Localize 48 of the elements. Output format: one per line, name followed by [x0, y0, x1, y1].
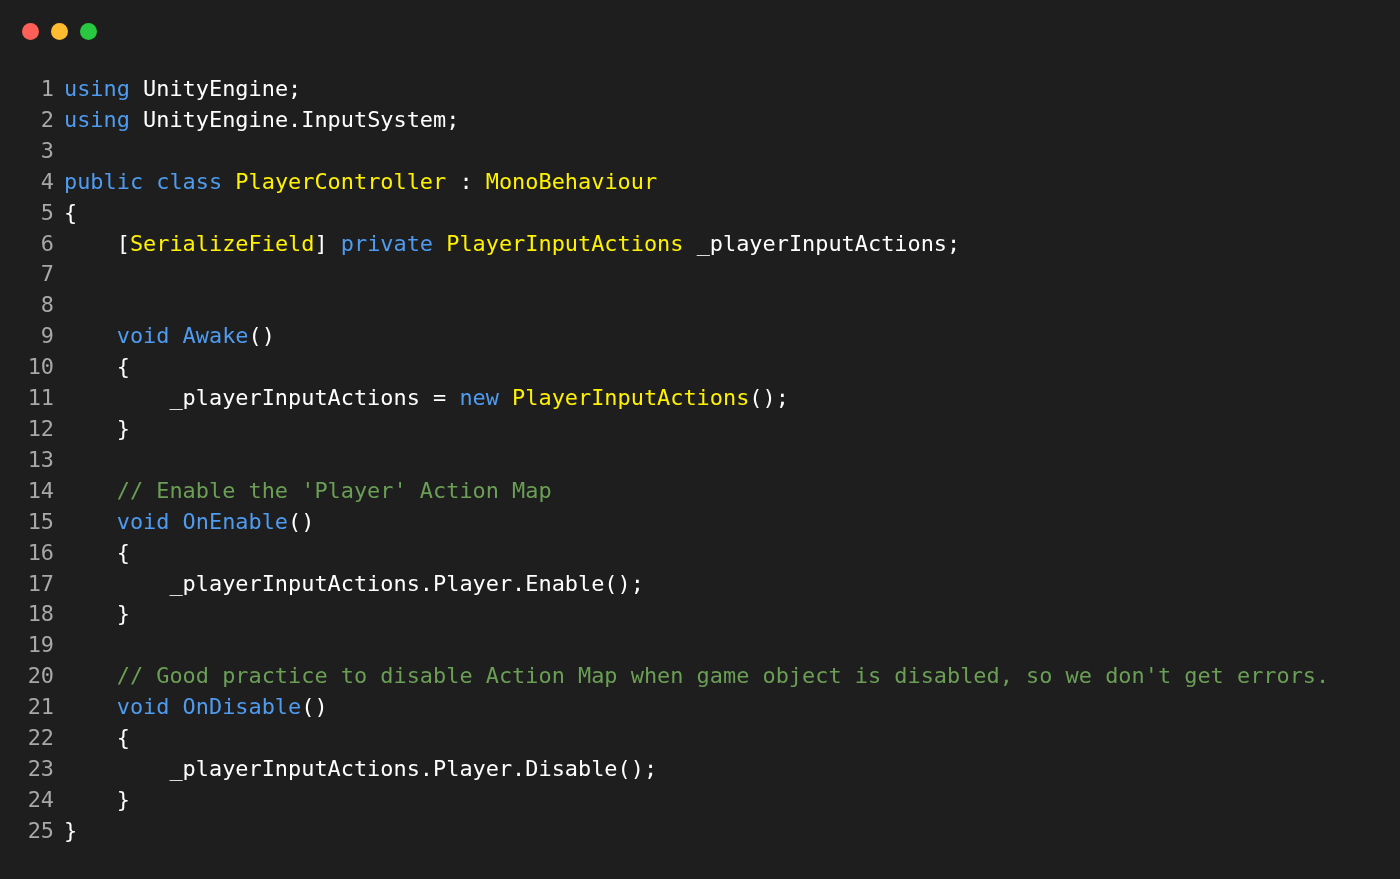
code-line: void OnEnable() [115, 507, 315, 536]
line-number: 15 [26, 507, 54, 536]
code-line: } [115, 600, 130, 629]
code-line: // Good practice to disable Action Map when game object is disabled, so we don't get errors. [115, 662, 1330, 691]
minimize-icon[interactable] [51, 23, 68, 40]
line-number: 18 [26, 600, 54, 629]
code-line: } [64, 816, 78, 845]
line-number: 3 [39, 136, 54, 165]
line-number: 6 [39, 229, 54, 258]
line-number: 25 [26, 816, 54, 845]
line-number: 22 [26, 724, 54, 753]
code-line: { [115, 724, 130, 753]
code-line: { [115, 538, 130, 567]
code-line: void Awake() [115, 322, 275, 351]
line-number: 19 [26, 631, 54, 660]
line-number: 10 [26, 353, 54, 382]
code-line: [SerializeField] private PlayerInputActions _playerInputActions; [115, 229, 961, 258]
code-line: { [115, 353, 130, 382]
code-line: } [115, 785, 130, 814]
line-number: 9 [39, 322, 54, 351]
line-number: 17 [26, 569, 54, 598]
line-number: 8 [39, 291, 54, 320]
code-line: using UnityEngine.InputSystem; [64, 105, 460, 134]
zoom-icon[interactable] [80, 23, 97, 40]
line-number: 1 [39, 75, 54, 103]
code-line: using UnityEngine; [64, 75, 302, 103]
line-number: 16 [26, 538, 54, 567]
line-number: 11 [26, 384, 54, 413]
line-number: 4 [39, 167, 54, 196]
line-number: 20 [26, 662, 54, 691]
code-line: // Enable the 'Player' Action Map [115, 476, 552, 505]
line-number: 13 [26, 445, 54, 474]
line-number: 24 [26, 785, 54, 814]
line-number: 2 [39, 105, 54, 134]
code-line: public class PlayerController : MonoBehaviour [64, 167, 658, 196]
line-number: 5 [39, 198, 54, 227]
code-line: { [64, 198, 78, 227]
code-line: _playerInputActions.Player.Enable(); [168, 569, 644, 598]
code-line: } [115, 414, 130, 443]
close-icon[interactable] [22, 23, 39, 40]
line-number: 23 [26, 754, 54, 783]
line-number: 14 [26, 476, 54, 505]
code-line: _playerInputActions.Player.Disable(); [168, 754, 658, 783]
line-number: 7 [39, 260, 54, 289]
line-number: 21 [26, 693, 54, 722]
line-number: 12 [26, 414, 54, 443]
code-line: _playerInputActions = new PlayerInputActions(); [168, 384, 789, 413]
code-line: void OnDisable() [115, 693, 328, 722]
